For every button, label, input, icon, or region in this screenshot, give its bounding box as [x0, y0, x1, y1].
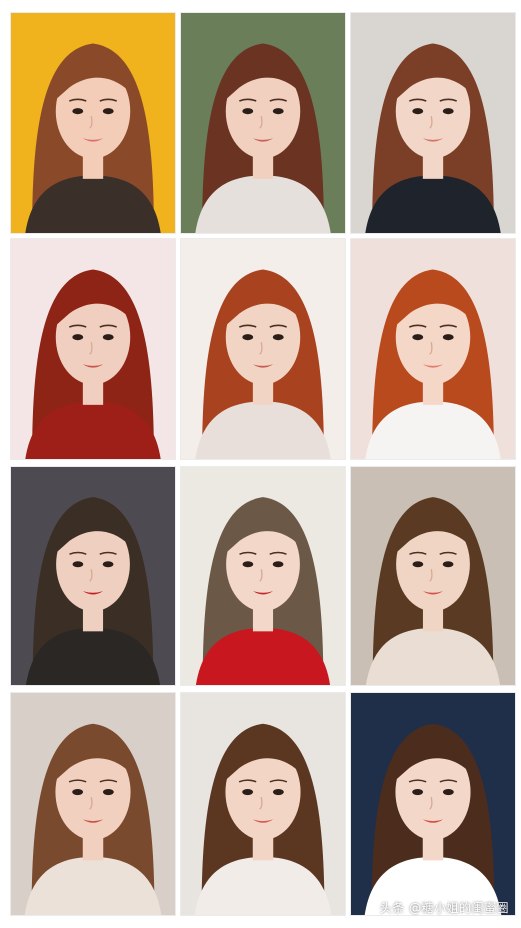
- portrait-illustration: [351, 467, 515, 685]
- right-eye: [442, 788, 454, 796]
- collage-row-4: [10, 692, 516, 916]
- left-eye: [72, 334, 84, 341]
- portrait-illustration: [11, 693, 175, 915]
- right-eye: [442, 561, 454, 568]
- right-eye: [102, 561, 114, 568]
- portrait-photo: [180, 12, 346, 234]
- left-eye: [412, 108, 424, 115]
- portrait-photo: [350, 12, 516, 234]
- portrait-illustration: [181, 467, 345, 685]
- left-eye: [412, 334, 424, 341]
- portrait-photo: [180, 466, 346, 686]
- right-eye: [272, 788, 284, 796]
- portrait-photo: [10, 692, 176, 916]
- portrait-illustration: [181, 239, 345, 459]
- left-eye: [242, 561, 254, 568]
- portrait-photo: [10, 12, 176, 234]
- portrait-photo: [350, 466, 516, 686]
- right-eye: [272, 334, 284, 341]
- watermark-text: 头条 @糖小姐的闺蜜圈: [379, 901, 509, 915]
- right-eye: [442, 334, 454, 341]
- collage-row-1: [10, 12, 516, 234]
- portrait-illustration: [11, 13, 175, 233]
- left-eye: [242, 108, 254, 115]
- portrait-illustration: [181, 693, 345, 915]
- portrait-illustration: [11, 239, 175, 459]
- portrait-illustration: [11, 467, 175, 685]
- portrait-illustration: [351, 13, 515, 233]
- left-eye: [72, 788, 84, 796]
- portrait-photo: [350, 238, 516, 460]
- right-eye: [272, 561, 284, 568]
- left-eye: [72, 561, 84, 568]
- portrait-photo: [180, 238, 346, 460]
- left-eye: [242, 788, 254, 796]
- portrait-illustration: [351, 239, 515, 459]
- collage-row-2: [10, 238, 516, 460]
- portrait-illustration: [181, 13, 345, 233]
- left-eye: [242, 334, 254, 341]
- right-eye: [442, 108, 454, 115]
- right-eye: [272, 108, 284, 115]
- right-eye: [102, 788, 114, 796]
- portrait-collage: 头条 @糖小姐的闺蜜圈: [0, 0, 521, 928]
- left-eye: [72, 108, 84, 115]
- left-eye: [412, 788, 424, 796]
- right-eye: [102, 334, 114, 341]
- right-eye: [102, 108, 114, 115]
- portrait-photo: [180, 692, 346, 916]
- collage-row-3: [10, 466, 516, 686]
- portrait-photo: [10, 466, 176, 686]
- portrait-photo: [350, 692, 516, 916]
- left-eye: [412, 561, 424, 568]
- portrait-photo: [10, 238, 176, 460]
- portrait-illustration: [351, 693, 515, 915]
